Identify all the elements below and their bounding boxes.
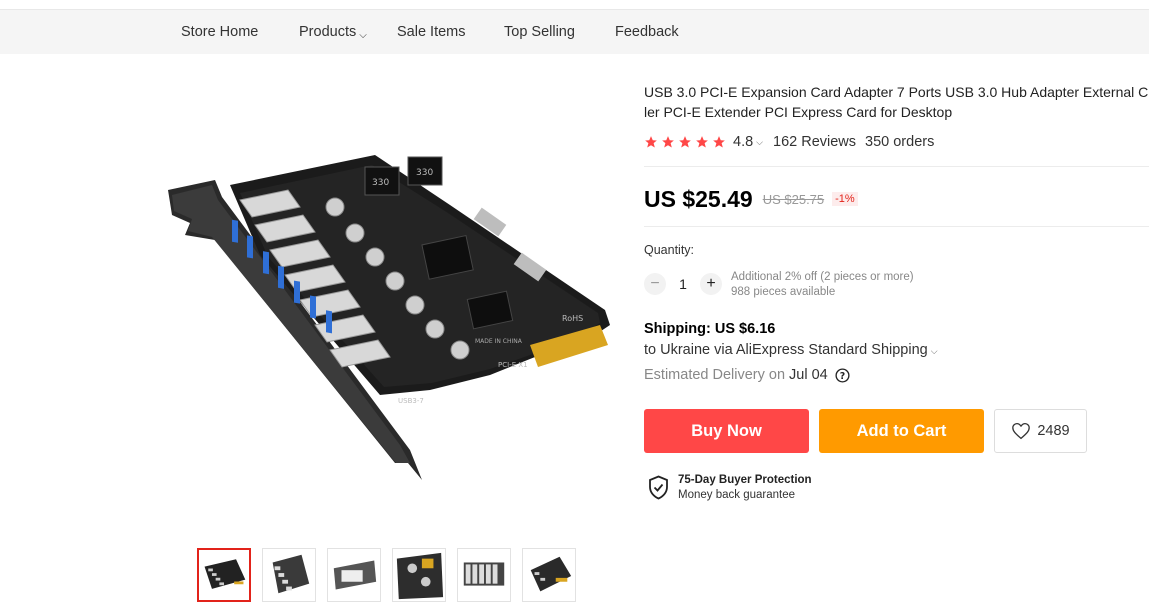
quantity-decrease-button[interactable]: −	[644, 273, 666, 295]
chevron-down-icon: ⌵	[359, 30, 367, 41]
buyer-protection-subtitle: Money back guarantee	[678, 489, 795, 501]
star-rating	[644, 135, 726, 149]
star-icon	[662, 136, 674, 148]
quantity-value[interactable]: 1	[676, 276, 690, 292]
shipping-method-text: to Ukraine via AliExpress Standard Shipp…	[644, 342, 928, 358]
buy-now-button[interactable]: Buy Now	[644, 409, 809, 453]
pcie-label: PCI-E X1	[498, 361, 528, 369]
add-to-cart-button[interactable]: Add to Cart	[819, 409, 984, 453]
store-nav-bar: Store Home Products ⌵ Sale Items Top Sell…	[0, 10, 1149, 54]
product-main-image[interactable]: 330 330 RoHS PCI-E X1 USB3-7 MADE IN CHI…	[160, 145, 620, 480]
nav-store-home[interactable]: Store Home	[181, 10, 258, 54]
quantity-notes: Additional 2% off (2 pieces or more) 988…	[731, 270, 914, 300]
nav-products-label: Products	[299, 24, 357, 40]
shield-check-icon	[649, 475, 668, 500]
nav-feedback[interactable]: Feedback	[615, 10, 679, 54]
nav-sale-items[interactable]: Sale Items	[397, 10, 466, 54]
discount-badge: -1%	[832, 192, 858, 206]
quantity-increase-button[interactable]: +	[700, 273, 722, 295]
shipping-price: Shipping: US $6.16	[644, 321, 776, 337]
product-title: USB 3.0 PCI-E Expansion Card Adapter 7 P…	[644, 83, 1149, 125]
coil-label-2: 330	[416, 168, 433, 178]
rohs-label: RoHS	[562, 314, 583, 323]
wishlist-button[interactable]: 2489	[994, 409, 1087, 453]
chevron-down-icon: ⌵	[930, 346, 938, 356]
divider	[644, 226, 1149, 227]
current-price: US $25.49	[644, 185, 753, 212]
price-row: US $25.49 US $25.75 -1%	[644, 184, 858, 214]
heart-icon	[1012, 422, 1031, 440]
thumbnail-5[interactable]	[457, 548, 511, 602]
help-icon[interactable]: ?	[835, 367, 850, 383]
orders-count: 350 orders	[865, 134, 935, 150]
thumbnail-1[interactable]	[197, 548, 251, 602]
delivery-date: Jul 04	[789, 367, 828, 383]
shipping-method-selector[interactable]: to Ukraine via AliExpress Standard Shipp…	[644, 342, 938, 358]
star-icon	[696, 136, 708, 148]
made-label: MADE IN CHINA	[475, 338, 523, 345]
star-icon	[713, 136, 725, 148]
divider	[644, 166, 1149, 167]
coil-label-1: 330	[372, 178, 389, 188]
reviews-link[interactable]: 162 Reviews	[773, 134, 856, 150]
product-title-line-1: USB 3.0 PCI-E Expansion Card Adapter 7 P…	[644, 84, 1149, 100]
original-price: US $25.75	[762, 191, 825, 207]
thumbnail-2[interactable]	[262, 548, 316, 602]
nav-top-selling[interactable]: Top Selling	[504, 10, 575, 54]
chevron-down-icon[interactable]: ⌵	[756, 137, 763, 148]
bulk-discount-note: Additional 2% off (2 pieces or more)	[731, 271, 914, 283]
wishlist-count: 2489	[1037, 423, 1070, 439]
star-icon	[645, 136, 657, 148]
delivery-label: Estimated Delivery on	[644, 367, 786, 383]
rating-value[interactable]: 4.8	[733, 134, 753, 150]
svg-text:?: ?	[840, 370, 845, 381]
stock-available: 988 pieces available	[731, 286, 836, 298]
thumbnail-6[interactable]	[522, 548, 576, 602]
buyer-protection-title: 75-Day Buyer Protection	[678, 474, 812, 486]
rating-row: 4.8 ⌵ 162 Reviews 350 orders	[644, 133, 934, 151]
estimated-delivery: Estimated Delivery on Jul 04 ?	[644, 367, 850, 383]
quantity-label: Quantity:	[644, 243, 695, 257]
thumbnail-4[interactable]	[392, 548, 446, 602]
nav-products[interactable]: Products ⌵	[299, 10, 367, 54]
board-label: USB3-7	[398, 397, 424, 405]
product-title-line-2: ler PCI-E Extender PCI Express Card for …	[644, 103, 953, 120]
star-icon	[679, 136, 691, 148]
thumbnail-3[interactable]	[327, 548, 381, 602]
